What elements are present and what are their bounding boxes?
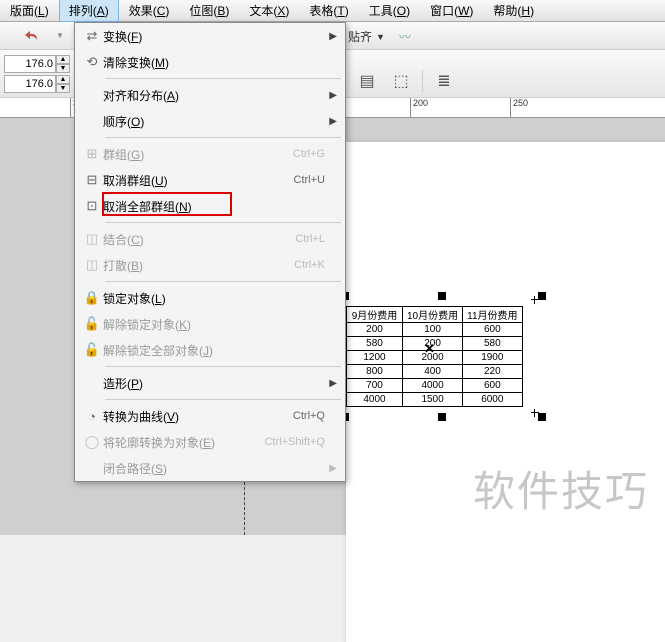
menu-item-label: 群组(G)	[103, 146, 293, 163]
curve-icon: ◔	[81, 409, 103, 424]
menu-item-b: ◫打散(B)Ctrl+K	[75, 252, 345, 278]
submenu-arrow-icon: ▶	[325, 116, 337, 127]
tool-icon-3[interactable]: ≣	[431, 68, 457, 94]
menu-item-label: 解除锁定对象(K)	[103, 316, 325, 333]
menu-item-n[interactable]: ⊡取消全部群组(N)	[75, 193, 345, 219]
tool-icon-1[interactable]: ▤	[354, 68, 380, 94]
table-row: 200100600	[347, 323, 523, 337]
ungroup-icon: ⊟	[81, 172, 103, 188]
submenu-arrow-icon: ▶	[325, 31, 337, 42]
menu-item-label: 顺序(O)	[103, 113, 325, 130]
menu-x[interactable]: 文本(X)	[239, 0, 299, 22]
transform-icon: ⇄	[81, 28, 103, 44]
break-icon: ◫	[81, 257, 103, 273]
menu-item-label: 变换(F)	[103, 28, 325, 45]
arrange-menu: ⇄变换(F)▶⟲清除变换(M)对齐和分布(A)▶顺序(O)▶⊞群组(G)Ctrl…	[74, 22, 346, 482]
submenu-arrow-icon: ▶	[325, 378, 337, 389]
table-selection[interactable]: 9月份费用10月份费用11月份费用20010060058020058012002…	[346, 306, 523, 407]
submenu-arrow-icon: ▶	[325, 463, 337, 474]
menu-item-v[interactable]: ◔转换为曲线(V)Ctrl+Q	[75, 403, 345, 429]
table-row: 7004000600	[347, 379, 523, 393]
menu-a[interactable]: 排列(A)	[59, 0, 119, 22]
transform-cursor: ✕	[424, 341, 435, 357]
menu-item-g: ⊞群组(G)Ctrl+G	[75, 141, 345, 167]
menu-item-o[interactable]: 顺序(O)▶	[75, 108, 345, 134]
menu-item-label: 将轮廓转换为对象(E)	[103, 434, 264, 451]
menu-item-label: 锁定对象(L)	[103, 290, 325, 307]
lock-icon: 🔒	[81, 290, 103, 306]
shortcut-label: Ctrl+K	[294, 259, 325, 271]
menu-l[interactable]: 版面(L)	[0, 0, 59, 22]
menu-item-e: ◯将轮廓转换为对象(E)Ctrl+Shift+Q	[75, 429, 345, 455]
shortcut-label: Ctrl+G	[293, 148, 325, 160]
menu-item-label: 转换为曲线(V)	[103, 408, 293, 425]
width-input[interactable]	[4, 55, 56, 73]
width-spinner[interactable]: ▲▼	[56, 55, 70, 73]
combine-icon: ◫	[81, 231, 103, 247]
menu-item-u[interactable]: ⊟取消群组(U)Ctrl+U	[75, 167, 345, 193]
table-row: 400015006000	[347, 393, 523, 407]
unlock-all-icon: 🔓	[81, 342, 103, 358]
table-header: 11月份费用	[463, 307, 522, 323]
snap-label[interactable]: 贴齐▼ 〰	[348, 28, 411, 45]
toolbar-right-icons: ▤ ⬚ ≣	[354, 68, 457, 94]
menu-item-label: 取消全部群组(N)	[103, 198, 325, 215]
menu-item-f[interactable]: ⇄变换(F)▶	[75, 23, 345, 49]
menu-c[interactable]: 效果(C)	[119, 0, 180, 22]
menu-w[interactable]: 窗口(W)	[420, 0, 483, 22]
dimension-inputs: ▲▼ ▲▼	[4, 55, 70, 93]
menu-item-k: 🔓解除锁定对象(K)	[75, 311, 345, 337]
menu-item-c: ◫结合(C)Ctrl+L	[75, 226, 345, 252]
submenu-arrow-icon: ▶	[325, 90, 337, 101]
group-icon: ⊞	[81, 146, 103, 162]
shortcut-label: Ctrl+U	[294, 174, 325, 186]
shortcut-label: Ctrl+L	[295, 233, 325, 245]
menu-item-s: 闭合路径(S)▶	[75, 455, 345, 481]
watermark: 软件技巧	[473, 458, 649, 519]
outline-icon: ◯	[81, 434, 103, 450]
menu-item-a[interactable]: 对齐和分布(A)▶	[75, 82, 345, 108]
table-header: 9月份费用	[347, 307, 403, 323]
menu-item-m[interactable]: ⟲清除变换(M)	[75, 49, 345, 75]
menu-item-label: 解除锁定全部对象(J)	[103, 342, 325, 359]
menu-item-label: 对齐和分布(A)	[103, 87, 325, 104]
undo-button[interactable]	[20, 24, 44, 48]
shortcut-label: Ctrl+Q	[293, 410, 325, 422]
menu-item-label: 打散(B)	[103, 257, 294, 274]
menu-item-l[interactable]: 🔒锁定对象(L)	[75, 285, 345, 311]
menu-item-label: 造形(P)	[103, 375, 325, 392]
table-header: 10月份费用	[403, 307, 463, 323]
height-spinner[interactable]: ▲▼	[56, 75, 70, 93]
menu-h[interactable]: 帮助(H)	[483, 0, 544, 22]
menubar: 版面(L)排列(A)效果(C)位图(B)文本(X)表格(T)工具(O)窗口(W)…	[0, 0, 665, 22]
menu-b[interactable]: 位图(B)	[179, 0, 239, 22]
menu-t[interactable]: 表格(T)	[299, 0, 358, 22]
table-row: 800400220	[347, 365, 523, 379]
ungroup-all-icon: ⊡	[81, 198, 103, 214]
menu-item-p[interactable]: 造形(P)▶	[75, 370, 345, 396]
corner-mark	[531, 296, 539, 304]
menu-item-label: 结合(C)	[103, 231, 295, 248]
corner-mark	[531, 409, 539, 417]
unlock-icon: 🔓	[81, 316, 103, 332]
menu-item-label: 取消群组(U)	[103, 172, 294, 189]
shortcut-label: Ctrl+Shift+Q	[264, 436, 325, 448]
tool-icon-2[interactable]: ⬚	[388, 68, 414, 94]
menu-item-label: 清除变换(M)	[103, 54, 325, 71]
menu-o[interactable]: 工具(O)	[359, 0, 420, 22]
menu-item-label: 闭合路径(S)	[103, 460, 325, 477]
menu-item-j: 🔓解除锁定全部对象(J)	[75, 337, 345, 363]
undo-dropdown[interactable]: ▼	[48, 24, 72, 48]
height-input[interactable]	[4, 75, 56, 93]
clear-transform-icon: ⟲	[81, 54, 103, 70]
